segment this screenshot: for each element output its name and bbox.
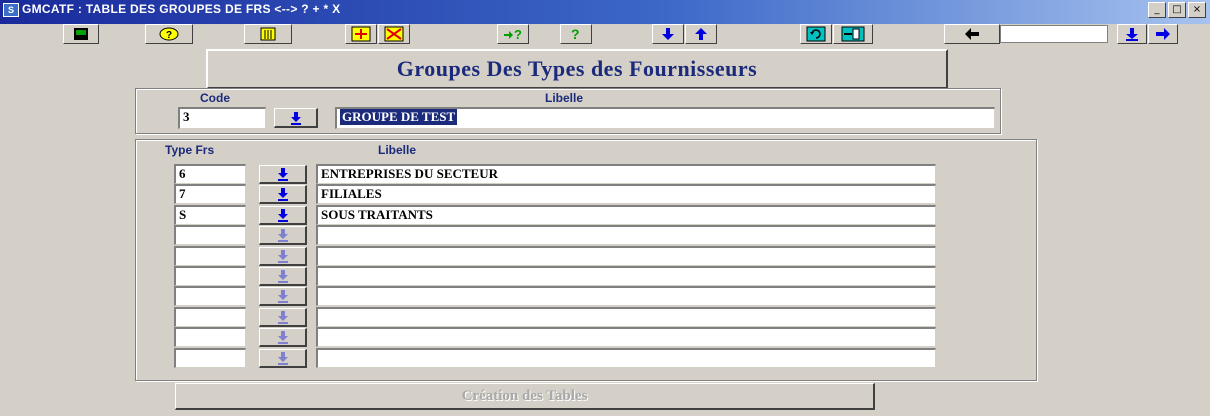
libelle-column-header: Libelle (378, 143, 417, 157)
type-frs-field[interactable]: 7 (174, 184, 246, 204)
type-frs-field[interactable] (174, 225, 246, 245)
svg-text:?: ? (571, 26, 580, 42)
help-arrow-button[interactable]: ? (497, 24, 529, 44)
insert-record-button[interactable] (345, 24, 377, 44)
close-button[interactable]: × (1188, 2, 1206, 18)
code-lookup-button[interactable] (274, 108, 318, 128)
type-frs-lookup-button[interactable] (259, 328, 307, 347)
type-frs-field[interactable] (174, 307, 246, 327)
title-bar: S GMCATF : TABLE DES GROUPES DE FRS <-->… (0, 0, 1210, 24)
list-button[interactable] (1117, 24, 1147, 44)
arrow-up-icon (695, 28, 707, 40)
arrow-down-icon (662, 28, 674, 40)
exit-door-icon (841, 26, 865, 42)
maximize-button[interactable]: □ (1168, 2, 1186, 18)
type-frs-field[interactable] (174, 286, 246, 306)
type-frs-field[interactable] (174, 327, 246, 347)
lookup-icon (277, 209, 288, 222)
next-button[interactable] (1148, 24, 1178, 44)
arrow-left-icon (965, 28, 979, 40)
code-field[interactable]: 3 (178, 107, 266, 129)
type-frs-lookup-button[interactable] (259, 247, 307, 266)
delete-record-icon (384, 26, 404, 42)
type-frs-field[interactable]: 6 (174, 164, 246, 184)
type-frs-libelle-field[interactable]: ENTREPRISES DU SECTEUR (316, 164, 936, 184)
type-frs-lookup-button[interactable] (259, 267, 307, 286)
help-button[interactable]: ? (560, 24, 592, 44)
type-frs-libelle-field[interactable] (316, 307, 936, 327)
lookup-icon (277, 250, 288, 263)
delete-record-button[interactable] (378, 24, 410, 44)
creation-tables-button[interactable]: Création des Tables (175, 383, 875, 410)
insert-record-icon (351, 26, 371, 42)
lookup-icon (290, 111, 301, 125)
lookup-icon (277, 229, 288, 242)
libelle-field[interactable]: GROUPE DE TEST (335, 107, 995, 129)
type-frs-libelle-field[interactable]: SOUS TRAITANTS (316, 205, 936, 225)
type-frs-libelle-field[interactable] (316, 246, 936, 266)
trash-icon (260, 27, 276, 41)
type-frs-column-header: Type Frs (165, 143, 215, 157)
libelle-value: GROUPE DE TEST (340, 109, 458, 125)
type-frs-lookup-button[interactable] (259, 287, 307, 306)
query-icon: ? (159, 27, 179, 41)
next-record-button[interactable] (652, 24, 684, 44)
type-frs-lookup-button[interactable] (259, 185, 307, 204)
type-frs-libelle-field[interactable] (316, 225, 936, 245)
page-title: Groupes Des Types des Fournisseurs (396, 56, 758, 81)
lookup-icon (277, 331, 288, 344)
query-button[interactable]: ? (145, 24, 193, 44)
type-frs-lookup-button[interactable] (259, 226, 307, 245)
lookup-icon (277, 188, 288, 201)
type-frs-lookup-button[interactable] (259, 206, 307, 225)
lookup-icon (277, 311, 288, 324)
libelle-label: Libelle (545, 91, 584, 105)
exit-button[interactable] (833, 24, 873, 44)
trash-button[interactable] (244, 24, 292, 44)
lookup-icon (277, 352, 288, 365)
search-input[interactable] (1000, 25, 1108, 43)
code-label: Code (200, 91, 230, 105)
previous-button[interactable] (944, 24, 1000, 44)
heading-panel: Groupes Des Types des Fournisseurs (206, 49, 948, 89)
type-frs-field[interactable]: S (174, 205, 246, 225)
arrow-down-icon (1126, 28, 1138, 41)
type-frs-libelle-field[interactable] (316, 348, 936, 368)
arrow-right-icon (1156, 28, 1170, 40)
type-frs-field[interactable] (174, 348, 246, 368)
type-frs-lookup-button[interactable] (259, 308, 307, 327)
refresh-button[interactable] (800, 24, 832, 44)
previous-record-button[interactable] (685, 24, 717, 44)
lookup-icon (277, 168, 288, 181)
minimize-button[interactable]: _ (1148, 2, 1166, 18)
type-frs-libelle-field[interactable] (316, 286, 936, 306)
type-frs-lookup-button[interactable] (259, 349, 307, 368)
type-frs-libelle-field[interactable] (316, 266, 936, 286)
save-button[interactable] (63, 24, 99, 44)
type-frs-lookup-button[interactable] (259, 165, 307, 184)
type-frs-libelle-field[interactable] (316, 327, 936, 347)
save-icon (74, 28, 88, 40)
window-title: GMCATF : TABLE DES GROUPES DE FRS <--> ?… (22, 2, 341, 16)
help-icon: ? (571, 26, 580, 42)
type-frs-field[interactable] (174, 266, 246, 286)
svg-text:?: ? (166, 30, 172, 41)
refresh-icon (806, 26, 826, 42)
lookup-icon (277, 290, 288, 303)
svg-text:?: ? (514, 27, 522, 42)
lookup-icon (277, 270, 288, 283)
app-icon: S (3, 3, 19, 17)
type-frs-field[interactable] (174, 246, 246, 266)
type-frs-libelle-field[interactable]: FILIALES (316, 184, 936, 204)
help-arrow-icon: ? (504, 27, 522, 42)
